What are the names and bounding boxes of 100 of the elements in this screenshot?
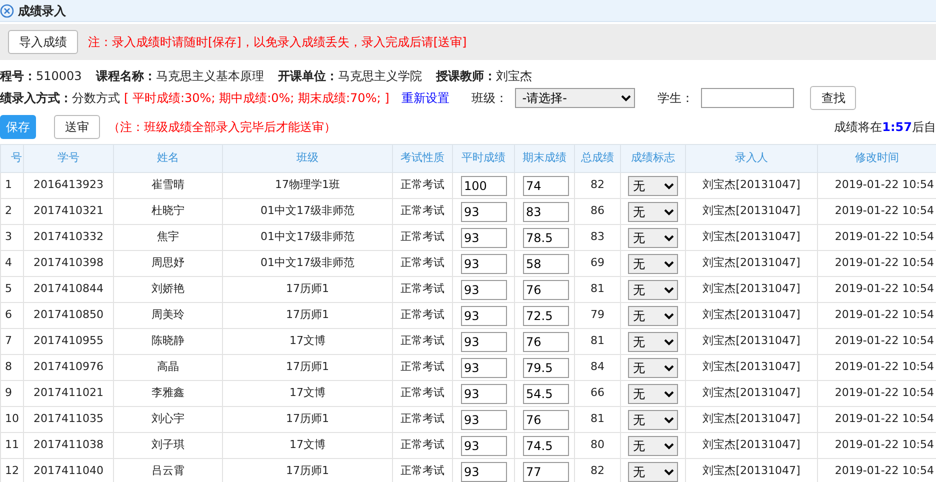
score-field[interactable]: 74	[523, 176, 569, 196]
score-field[interactable]: 79.5	[523, 358, 569, 378]
column-header: 总成绩	[574, 144, 620, 172]
score-field[interactable]: 93	[461, 306, 507, 326]
table-cell: 01中文17级非师范	[222, 250, 392, 276]
window-title: 成绩录入	[18, 2, 66, 20]
grade-flag-select[interactable]: 无	[628, 254, 678, 274]
table-cell: 01中文17级非师范	[222, 224, 392, 250]
table-cell: 刘宝杰[20131047]	[686, 354, 818, 380]
field-value: 分数方式	[72, 90, 120, 107]
table-cell: 2017410955	[24, 328, 114, 354]
score-field[interactable]: 93	[461, 332, 507, 352]
notice-text: （注：班级成绩全部录入完毕后才能送审）	[108, 119, 336, 136]
field-label: 开课单位：	[278, 69, 338, 83]
search-button[interactable]: 查找	[810, 86, 856, 110]
grade-flag-select[interactable]: 无	[628, 410, 678, 430]
score-field[interactable]: 77	[523, 462, 569, 482]
score-field[interactable]: 93	[461, 436, 507, 456]
field-label: 课程名称：	[96, 69, 156, 83]
table-cell: 69	[574, 250, 620, 276]
score-field[interactable]: 54.5	[523, 384, 569, 404]
table-cell: 刘子琪	[114, 432, 222, 458]
reset-link[interactable]: 重新设置	[401, 89, 450, 107]
score-field[interactable]: 93	[461, 358, 507, 378]
score-field[interactable]: 93	[461, 410, 507, 430]
score-field[interactable]: 83	[523, 202, 569, 222]
score-field[interactable]: 93	[461, 462, 507, 482]
score-field[interactable]: 93	[461, 228, 507, 248]
grade-flag-select[interactable]: 无	[628, 332, 678, 352]
table-cell: 刘心宇	[114, 406, 222, 432]
table-cell: 正常考试	[392, 380, 452, 406]
table-cell: 17文博	[222, 328, 392, 354]
class-select[interactable]: -请选择-	[515, 88, 636, 108]
score-field[interactable]: 74.5	[523, 436, 569, 456]
field-value: 马克思主义基本原理	[156, 69, 264, 83]
close-icon[interactable]	[0, 4, 14, 18]
score-field[interactable]: 76	[523, 280, 569, 300]
table-cell: 刘宝杰[20131047]	[686, 328, 818, 354]
score-field[interactable]: 100	[461, 176, 507, 196]
score-field[interactable]: 93	[461, 280, 507, 300]
table-cell: 正常考试	[392, 224, 452, 250]
table-cell: 2017410844	[24, 276, 114, 302]
submit-button[interactable]: 送审	[54, 115, 100, 139]
table-cell: 周思妤	[114, 250, 222, 276]
score-field[interactable]: 58	[523, 254, 569, 274]
table-cell: 6	[0, 302, 24, 328]
field-value: 刘宝杰	[496, 69, 532, 83]
table-cell: 11	[0, 432, 24, 458]
table-cell: 正常考试	[392, 406, 452, 432]
grade-flag-select[interactable]: 无	[628, 202, 678, 222]
column-header: 修改时间	[818, 144, 936, 172]
grade-flag-select[interactable]: 无	[628, 384, 678, 404]
score-field[interactable]: 72.5	[523, 306, 569, 326]
table-cell: 崔雪晴	[114, 172, 222, 198]
import-button[interactable]: 导入成绩	[8, 30, 78, 54]
table-cell: 正常考试	[392, 432, 452, 458]
table-cell: 84	[574, 354, 620, 380]
table-cell: 2016413923	[24, 172, 114, 198]
table-cell: 刘宝杰[20131047]	[686, 302, 818, 328]
score-field[interactable]: 93	[461, 202, 507, 222]
table-cell: 3	[0, 224, 24, 250]
column-header: 班级	[222, 144, 392, 172]
table-cell: 4	[0, 250, 24, 276]
grade-flag-select[interactable]: 无	[628, 176, 678, 196]
grade-flag-select[interactable]: 无	[628, 436, 678, 456]
field-label: 授课教师：	[436, 69, 496, 83]
table-cell: 81	[574, 328, 620, 354]
field-value: 马克思主义学院	[338, 69, 422, 83]
table-cell: 9	[0, 380, 24, 406]
grade-flag-select[interactable]: 无	[628, 462, 678, 482]
field-label: 学生：	[657, 90, 694, 107]
grade-flag-select[interactable]: 无	[628, 306, 678, 326]
table-cell: 刘宝杰[20131047]	[686, 198, 818, 224]
score-field[interactable]: 76	[523, 410, 569, 430]
column-header: 号	[0, 144, 24, 172]
table-cell: 7	[0, 328, 24, 354]
field-label: 班级：	[471, 90, 508, 107]
table-cell: 正常考试	[392, 276, 452, 302]
table-cell: 2017410321	[24, 198, 114, 224]
score-field[interactable]: 93	[461, 254, 507, 274]
table-cell: 17文博	[222, 432, 392, 458]
column-header: 姓名	[114, 144, 222, 172]
table-cell: 83	[574, 224, 620, 250]
score-field[interactable]: 76	[523, 332, 569, 352]
grade-flag-select[interactable]: 无	[628, 280, 678, 300]
column-header: 成绩标志	[620, 144, 686, 172]
table-cell: 17历师1	[222, 406, 392, 432]
table-cell: 2017410332	[24, 224, 114, 250]
score-field[interactable]: 78.5	[523, 228, 569, 248]
student-field[interactable]	[701, 88, 794, 108]
table-cell: 刘宝杰[20131047]	[686, 276, 818, 302]
column-header: 平时成绩	[452, 144, 514, 172]
table-cell: 刘宝杰[20131047]	[686, 172, 818, 198]
table-cell: 17文博	[222, 380, 392, 406]
grade-flag-select[interactable]: 无	[628, 358, 678, 378]
grade-flag-select[interactable]: 无	[628, 228, 678, 248]
table-cell: 刘宝杰[20131047]	[686, 250, 818, 276]
table-cell: 正常考试	[392, 302, 452, 328]
score-field[interactable]: 93	[461, 384, 507, 404]
table-cell: 2017411021	[24, 380, 114, 406]
